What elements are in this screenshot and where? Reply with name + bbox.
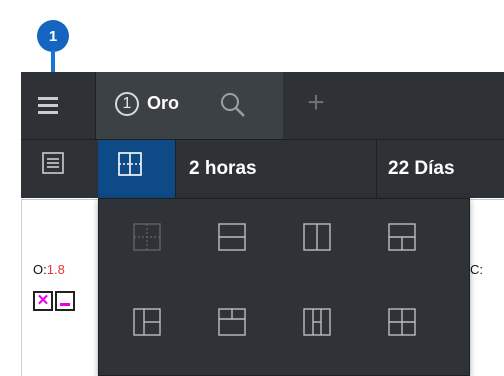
layout-top-one-bottom-two-icon[interactable] [217, 307, 247, 337]
add-tab-button[interactable]: + [301, 88, 331, 118]
layout-left-one-right-two-icon[interactable] [132, 307, 162, 337]
range-selector[interactable]: 22 Días [388, 158, 455, 180]
search-icon[interactable] [218, 90, 248, 118]
minimize-icon[interactable] [55, 291, 75, 311]
close-label: C: [470, 262, 483, 277]
step-marker: 1 [37, 20, 69, 52]
layout-horizontal-split-icon[interactable] [217, 222, 247, 252]
layout-grid-four-icon[interactable] [387, 307, 417, 337]
menu-hamburger-icon[interactable] [30, 91, 68, 121]
tab-number-badge: 1 [115, 92, 139, 116]
open-value: 1.8 [46, 262, 65, 277]
layout-single-icon[interactable] [132, 222, 162, 252]
chart-left-border [21, 200, 22, 376]
close-x-icon[interactable]: ✕ [33, 291, 53, 311]
layout-vertical-split-icon[interactable] [302, 222, 332, 252]
open-price-readout: O:1.8 [33, 262, 65, 277]
open-label: O: [33, 262, 47, 277]
layout-grid-icon [117, 151, 143, 177]
layout-three-columns-icon[interactable] [302, 307, 332, 337]
tab-label: Oro [147, 93, 180, 113]
interval-label: 2 horas [189, 158, 257, 179]
layout-top-two-bottom-one-icon[interactable] [387, 222, 417, 252]
layout-menu [98, 198, 470, 376]
list-icon[interactable] [40, 150, 66, 176]
